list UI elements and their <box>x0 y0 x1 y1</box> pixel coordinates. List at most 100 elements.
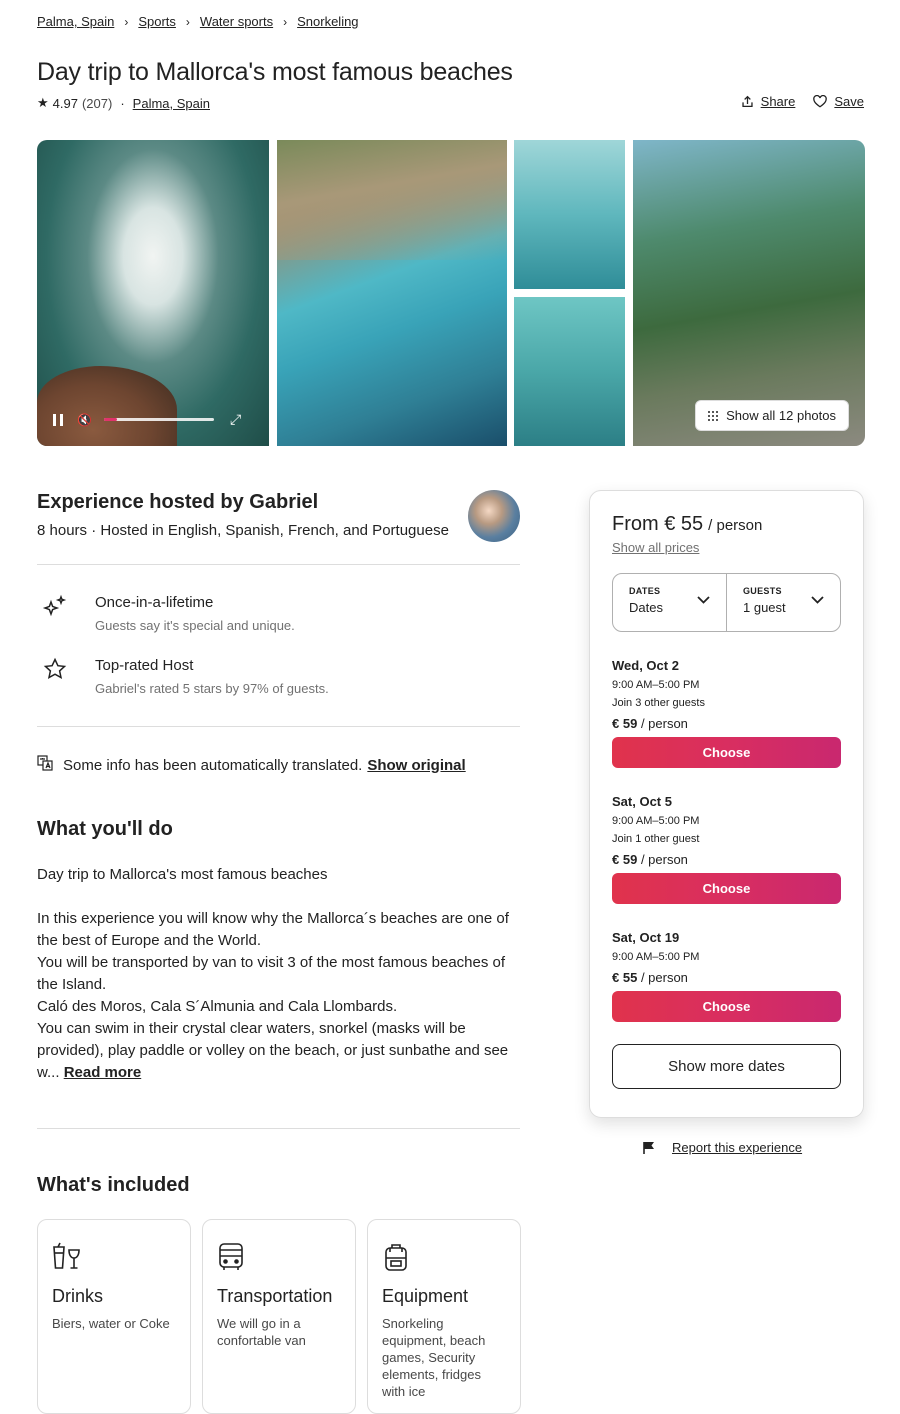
bus-icon <box>217 1242 341 1274</box>
included-card-transportation[interactable]: Transportation We will go in a confortab… <box>202 1219 356 1414</box>
share-icon <box>742 95 753 108</box>
fullscreen-icon[interactable]: ⤢ <box>230 411 241 428</box>
included-card-drinks[interactable]: Drinks Biers, water or Coke <box>37 1219 191 1414</box>
backpack-icon <box>382 1242 506 1274</box>
dates-label: DATES <box>629 586 661 596</box>
page-title: Day trip to Mallorca's most famous beach… <box>37 58 513 86</box>
chevron-right-icon: › <box>185 14 190 29</box>
dates-picker[interactable]: DATES Dates <box>613 574 726 631</box>
pause-icon[interactable] <box>53 413 63 426</box>
slot-date: Sat, Oct 19 <box>612 930 680 945</box>
what-youll-do-title: What you'll do <box>37 818 173 840</box>
description-paragraph: You will be transported by van to visit … <box>37 954 506 993</box>
location-link[interactable]: Palma, Spain <box>133 96 210 111</box>
slot-time: 9:00 AM–5:00 PM <box>612 679 700 691</box>
flag-icon <box>643 1141 654 1154</box>
share-button[interactable]: Share <box>741 94 796 109</box>
slot-time: 9:00 AM–5:00 PM <box>612 951 700 963</box>
chevron-down-icon <box>697 596 710 604</box>
save-button[interactable]: Save <box>813 94 864 109</box>
show-more-dates-button[interactable]: Show more dates <box>612 1044 841 1089</box>
breadcrumb: Palma, Spain › Sports › Water sports › S… <box>37 14 359 29</box>
card-title: Transportation <box>217 1286 333 1306</box>
show-all-photos-button[interactable]: Show all 12 photos <box>695 400 849 431</box>
choose-button[interactable]: Choose <box>612 737 841 768</box>
video-progress-fill <box>103 418 118 421</box>
slot-price-per: / person <box>640 970 688 985</box>
gallery-photo-underwater[interactable] <box>514 297 625 446</box>
choose-button[interactable]: Choose <box>612 991 841 1022</box>
card-subtitle: Snorkeling equipment, beach games, Secur… <box>382 1316 486 1399</box>
listing-meta: ★ 4.97 (207) · Palma, Spain <box>37 95 210 111</box>
card-title: Equipment <box>382 1286 469 1306</box>
breadcrumb-item-snorkeling[interactable]: Snorkeling <box>297 14 358 29</box>
gallery-photo-swimmer[interactable] <box>514 140 625 289</box>
show-all-photos-label: Show all 12 photos <box>726 408 836 423</box>
muted-volume-icon[interactable]: 🔇 <box>77 413 92 427</box>
report-experience-link[interactable]: Report this experience <box>672 1140 802 1155</box>
card-subtitle: We will go in a confortable van <box>217 1316 306 1348</box>
breadcrumb-item-sports[interactable]: Sports <box>138 14 176 29</box>
price-from: From € 55 <box>612 513 704 535</box>
divider <box>37 564 520 565</box>
breadcrumb-item-water-sports[interactable]: Water sports <box>200 14 273 29</box>
date-slot: Wed, Oct 2 9:00 AM–5:00 PM Join 3 other … <box>612 658 841 768</box>
avatar[interactable] <box>468 490 520 542</box>
choose-button[interactable]: Choose <box>612 873 841 904</box>
slot-price: € 55 / person <box>612 970 841 985</box>
slot-join: Join 3 other guests <box>612 697 705 709</box>
sparkles-icon <box>37 594 73 630</box>
show-original-link[interactable]: Show original <box>367 757 465 774</box>
card-title: Drinks <box>52 1286 104 1306</box>
booking-card: From € 55 / person Show all prices DATES… <box>589 490 864 1118</box>
feature-top-rated-host: Top-rated Host Gabriel's rated 5 stars b… <box>37 657 329 696</box>
description-paragraph: Day trip to Mallorca's most famous beach… <box>37 866 328 883</box>
host-subtitle: 8 hours · Hosted in English, Spanish, Fr… <box>37 522 449 539</box>
slot-price-per: / person <box>640 852 688 867</box>
slot-price: € 59 / person <box>612 852 841 867</box>
translation-text: Some info has been automatically transla… <box>63 756 363 774</box>
translate-icon <box>37 755 53 775</box>
report-experience: Report this experience <box>643 1140 802 1155</box>
included-card-equipment[interactable]: Equipment Snorkeling equipment, beach ga… <box>367 1219 521 1414</box>
whats-included-title: What's included <box>37 1174 190 1196</box>
star-icon: ★ <box>37 95 49 110</box>
gallery-photo-cove[interactable] <box>277 140 507 446</box>
chevron-down-icon <box>811 596 824 604</box>
slot-price-per: / person <box>640 716 688 731</box>
guests-picker[interactable]: GUESTS 1 guest <box>726 574 840 631</box>
photo-cliff <box>277 140 507 260</box>
review-count[interactable]: (207) <box>82 96 112 111</box>
date-slot: Sat, Oct 5 9:00 AM–5:00 PM Join 1 other … <box>612 794 841 904</box>
slot-price-value: € 59 <box>612 716 638 731</box>
slot-time: 9:00 AM–5:00 PM <box>612 815 700 827</box>
header-actions: Share Save <box>723 94 864 109</box>
show-all-prices-link[interactable]: Show all prices <box>612 540 841 555</box>
rating-value: 4.97 <box>52 95 78 111</box>
video-progress-bar[interactable] <box>103 418 214 421</box>
save-label: Save <box>834 94 864 109</box>
breadcrumb-item-palma[interactable]: Palma, Spain <box>37 14 114 29</box>
description-paragraph: In this experience you will know why the… <box>37 910 509 949</box>
read-more-link[interactable]: Read more <box>64 1064 142 1081</box>
slot-join: Join 1 other guest <box>612 833 700 845</box>
chevron-right-icon: › <box>283 14 288 29</box>
host-title: Experience hosted by Gabriel <box>37 491 319 513</box>
chevron-right-icon: › <box>124 14 129 29</box>
gallery-video[interactable]: 🔇 ⤢ <box>37 140 269 446</box>
experience-description: Day trip to Mallorca's most famous beach… <box>37 864 522 1084</box>
feature-subtitle: Guests say it's special and unique. <box>95 618 295 633</box>
date-slot: Sat, Oct 19 9:00 AM–5:00 PM € 55 / perso… <box>612 930 841 1022</box>
translation-notice: Some info has been automatically transla… <box>37 755 466 775</box>
heart-icon <box>813 95 828 108</box>
feature-once-in-a-lifetime: Once-in-a-lifetime Guests say it's speci… <box>37 594 295 633</box>
feature-title: Top-rated Host <box>95 657 194 674</box>
feature-subtitle: Gabriel's rated 5 stars by 97% of guests… <box>95 681 329 696</box>
card-subtitle: Biers, water or Coke <box>52 1316 170 1331</box>
share-label: Share <box>760 94 796 109</box>
divider <box>37 1128 520 1129</box>
gallery-photo-path[interactable]: Show all 12 photos <box>633 140 865 446</box>
slot-date: Wed, Oct 2 <box>612 658 679 673</box>
price-row: From € 55 / person <box>612 513 841 536</box>
slot-price-value: € 55 <box>612 970 638 985</box>
